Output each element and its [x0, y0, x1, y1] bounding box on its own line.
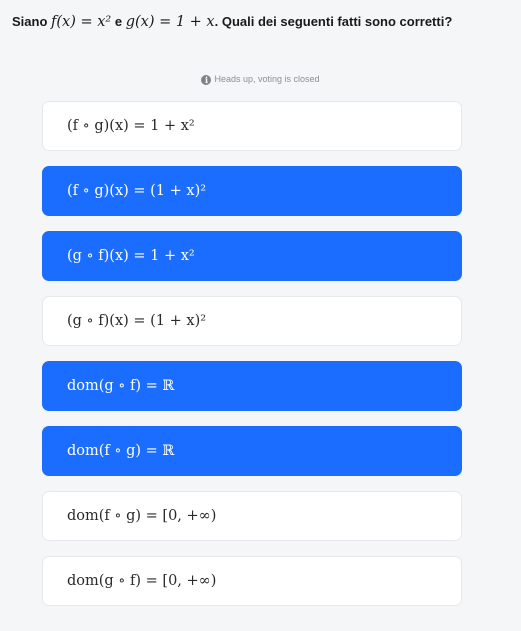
answer-option-6[interactable]: dom(f ∘ g) = ℝ — [42, 426, 462, 476]
answer-option-label: dom(f ∘ g) = [0, +∞) — [67, 508, 217, 524]
answer-option-label: (g ∘ f)(x) = (1 + x)² — [67, 313, 207, 329]
answer-option-label: (f ∘ g)(x) = 1 + x² — [67, 118, 195, 134]
question-suffix: . Quali dei seguenti fatti sono corretti… — [214, 14, 453, 29]
answer-option-3[interactable]: (g ∘ f)(x) = 1 + x² — [42, 231, 462, 281]
question-prefix: Siano — [12, 14, 52, 29]
answer-option-2[interactable]: (f ∘ g)(x) = (1 + x)² — [42, 166, 462, 216]
answer-option-label: (f ∘ g)(x) = (1 + x)² — [67, 183, 207, 199]
answer-option-1[interactable]: (f ∘ g)(x) = 1 + x² — [42, 101, 462, 151]
answer-option-7[interactable]: dom(f ∘ g) = [0, +∞) — [42, 491, 462, 541]
answer-option-label: dom(g ∘ f) = ℝ — [67, 378, 175, 394]
question-text: Siano f(x) = x² e g(x) = 1 + x. Quali de… — [12, 11, 512, 33]
answer-option-5[interactable]: dom(g ∘ f) = ℝ — [42, 361, 462, 411]
answer-option-label: dom(g ∘ f) = [0, +∞) — [67, 573, 217, 589]
voting-closed-notice: i Heads up, voting is closed — [0, 72, 521, 86]
answer-option-4[interactable]: (g ∘ f)(x) = (1 + x)² — [42, 296, 462, 346]
question-g-definition: g(x) = 1 + x — [125, 14, 215, 30]
answer-options-list: (f ∘ g)(x) = 1 + x² (f ∘ g)(x) = (1 + x)… — [42, 101, 462, 621]
answer-option-label: dom(f ∘ g) = ℝ — [67, 443, 175, 459]
question-f-definition: f(x) = x² — [51, 14, 112, 30]
question-conjunction: e — [111, 14, 126, 29]
answer-option-label: (g ∘ f)(x) = 1 + x² — [67, 248, 195, 264]
info-icon: i — [201, 75, 212, 85]
answer-option-8[interactable]: dom(g ∘ f) = [0, +∞) — [42, 556, 462, 606]
notice-text: Heads up, voting is closed — [214, 74, 320, 84]
